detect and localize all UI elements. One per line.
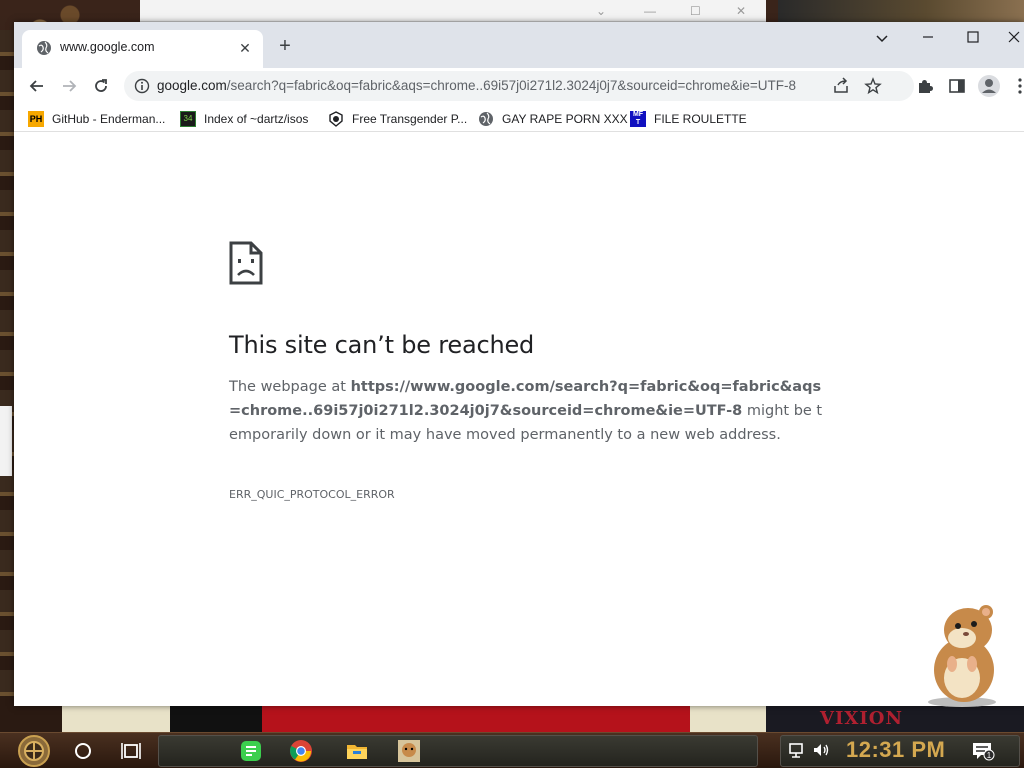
tab-google[interactable]: www.google.com ✕ bbox=[22, 30, 263, 68]
profile-avatar-icon[interactable] bbox=[977, 74, 1001, 98]
error-code: ERR_QUIC_PROTOCOL_ERROR bbox=[229, 488, 395, 501]
kebab-menu-icon[interactable] bbox=[1016, 77, 1024, 95]
error-message-prefix: The webpage at bbox=[229, 379, 351, 395]
error-page: This site can’t be reached The webpage a… bbox=[14, 133, 1024, 706]
bookmark-label: Free Transgender P... bbox=[352, 112, 468, 126]
task-view-icon[interactable] bbox=[119, 739, 143, 763]
address-url[interactable]: google.com/search?q=fabric&oq=fabric&aqs… bbox=[157, 78, 796, 93]
new-tab-button[interactable]: + bbox=[273, 34, 297, 58]
arrow-right-icon bbox=[63, 80, 77, 92]
blocks-icon: 34 bbox=[180, 111, 196, 127]
browser-window: www.google.com ✕ + google.com/search?q=f… bbox=[14, 22, 1024, 706]
maximize-icon[interactable]: ☐ bbox=[690, 4, 701, 18]
search-circle-icon[interactable] bbox=[71, 739, 95, 763]
browser-toolbar: google.com/search?q=fabric&oq=fabric&aqs… bbox=[14, 68, 1024, 106]
share-icon[interactable] bbox=[832, 77, 850, 95]
wallpaper-strip: VIXION bbox=[0, 706, 1024, 732]
close-window-button[interactable] bbox=[1004, 28, 1024, 48]
globe-icon bbox=[37, 41, 51, 55]
background-left-strip bbox=[0, 30, 14, 710]
background-window-right bbox=[778, 0, 1024, 22]
wallpaper-watermark: VIXION bbox=[820, 708, 903, 729]
back-button[interactable] bbox=[22, 71, 52, 101]
star-icon[interactable] bbox=[864, 77, 882, 95]
minimize-icon[interactable]: — bbox=[644, 4, 656, 18]
start-button-gear-icon[interactable] bbox=[12, 734, 58, 768]
chevron-down-icon[interactable]: ⌄ bbox=[596, 4, 606, 18]
bookmark-file-roulette[interactable]: MF T FILE ROULETTE bbox=[630, 109, 747, 129]
tab-close-icon[interactable]: ✕ bbox=[235, 38, 255, 58]
background-window-sliver bbox=[0, 406, 12, 476]
bookmark-gay-rape-porn-xxx[interactable]: GAY RAPE PORN XXX bbox=[478, 109, 628, 129]
tab-title: www.google.com bbox=[60, 40, 155, 54]
bookmark-free-transgender[interactable]: Free Transgender P... bbox=[328, 109, 467, 129]
file-explorer-icon[interactable] bbox=[345, 739, 369, 763]
forward-button[interactable] bbox=[54, 71, 84, 101]
globe-icon bbox=[479, 112, 493, 126]
browser-titlebar: www.google.com ✕ + bbox=[14, 22, 1024, 68]
bookmark-label: FILE ROULETTE bbox=[654, 112, 747, 126]
maximize-button[interactable] bbox=[958, 28, 988, 48]
tab-search-chevron-icon[interactable] bbox=[867, 28, 897, 48]
bookmark-dartz-isos[interactable]: 34 Index of ~dartz/isos bbox=[180, 109, 308, 129]
bookmarks-bar: PH GitHub - Enderman... 34 Index of ~dar… bbox=[14, 106, 1024, 132]
reload-icon bbox=[95, 79, 107, 92]
bookmark-label: Index of ~dartz/isos bbox=[204, 112, 309, 126]
close-icon[interactable]: ✕ bbox=[736, 4, 746, 18]
bookmark-label: GAY RAPE PORN XXX bbox=[502, 112, 628, 126]
mft-icon: MF T bbox=[630, 111, 646, 127]
extensions-icon[interactable] bbox=[916, 77, 934, 95]
minimize-button[interactable] bbox=[913, 28, 943, 48]
background-window-titlebar: ⌄ — ☐ ✕ bbox=[140, 0, 766, 22]
taskbar-clock[interactable]: 12:31 PM bbox=[846, 737, 945, 763]
reload-button[interactable] bbox=[86, 71, 116, 101]
error-message: The webpage at https://www.google.com/se… bbox=[229, 375, 829, 447]
ph-icon: PH bbox=[28, 111, 44, 127]
arrow-left-icon bbox=[29, 80, 43, 92]
notes-app-icon[interactable] bbox=[239, 739, 263, 763]
side-panel-icon[interactable] bbox=[948, 77, 966, 95]
badge-icon bbox=[329, 111, 343, 127]
error-title: This site can’t be reached bbox=[229, 331, 535, 359]
taskbar: 1 12:31 PM bbox=[0, 732, 1024, 768]
bookmark-github[interactable]: PH GitHub - Enderman... bbox=[28, 109, 165, 129]
chrome-icon[interactable] bbox=[289, 739, 313, 763]
notification-count: 1 bbox=[987, 751, 992, 760]
sad-document-icon bbox=[229, 241, 263, 285]
taskbar-app-area bbox=[158, 735, 758, 767]
address-bar[interactable]: google.com/search?q=fabric&oq=fabric&aqs… bbox=[124, 71, 914, 101]
network-icon[interactable] bbox=[787, 740, 807, 760]
hamster-desktop-pet[interactable] bbox=[922, 604, 1006, 708]
bookmark-label: GitHub - Enderman... bbox=[52, 112, 166, 126]
hamster-box-app-icon[interactable] bbox=[397, 739, 421, 763]
url-host: google.com bbox=[157, 78, 227, 93]
info-icon[interactable] bbox=[134, 78, 150, 94]
notification-center-icon[interactable]: 1 bbox=[971, 740, 995, 762]
volume-icon[interactable] bbox=[811, 740, 831, 760]
url-path: /search?q=fabric&oq=fabric&aqs=chrome..6… bbox=[226, 78, 797, 93]
